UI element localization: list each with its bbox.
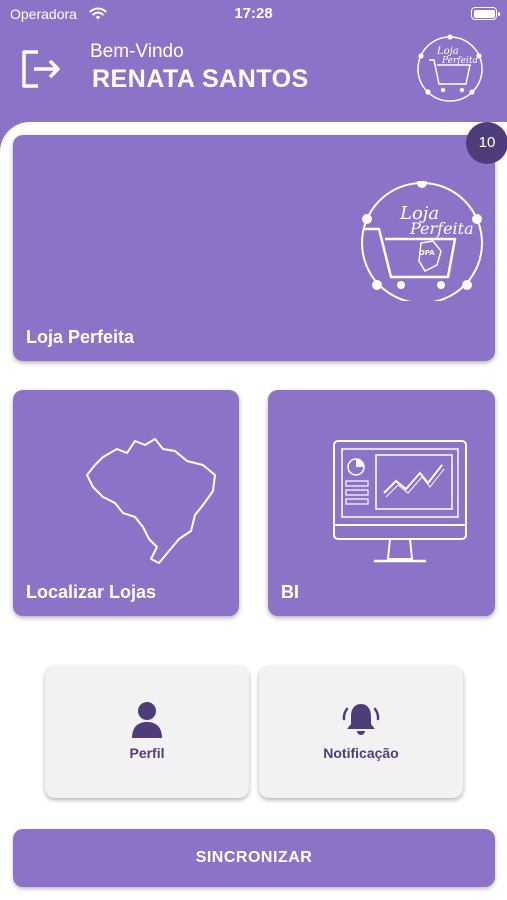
person-icon: [45, 701, 249, 741]
profile-button[interactable]: Perfil: [45, 666, 249, 798]
svg-text:DPA: DPA: [419, 249, 435, 257]
loja-perfeita-card[interactable]: Loja Perfeita DPA Loja Perfeita: [13, 135, 495, 361]
bell-icon: [259, 701, 463, 741]
battery-icon: [471, 7, 500, 20]
loja-perfeita-logo: Loja Perfeita: [415, 34, 485, 104]
localizar-lojas-card[interactable]: Localizar Lojas: [13, 390, 239, 616]
localizar-lojas-label: Localizar Lojas: [26, 582, 157, 602]
sync-button[interactable]: SINCRONIZAR: [13, 829, 495, 887]
user-name: RENATA SANTOS: [92, 65, 309, 93]
app-header: Bem-Vindo RENATA SANTOS Loja Perfeita: [0, 28, 507, 128]
notifications-button[interactable]: Notificação: [259, 666, 463, 798]
loja-perfeita-logo: Loja Perfeita DPA: [345, 178, 495, 304]
logout-icon[interactable]: [20, 48, 64, 90]
loja-perfeita-label: Loja Perfeita: [26, 327, 135, 347]
notifications-label: Notificação: [323, 745, 399, 761]
brazil-map-icon: [83, 435, 233, 570]
clock: 17:28: [234, 5, 273, 22]
bi-card[interactable]: BI: [268, 390, 495, 616]
notification-count-badge: 10: [466, 122, 507, 164]
profile-label: Perfil: [129, 745, 165, 761]
bi-label: BI: [281, 582, 299, 602]
welcome-text: Bem-Vindo: [90, 41, 184, 62]
monitor-chart-icon: [330, 437, 470, 572]
status-bar: Operadora 17:28: [0, 0, 507, 28]
svg-text:Perfeita: Perfeita: [409, 219, 474, 238]
